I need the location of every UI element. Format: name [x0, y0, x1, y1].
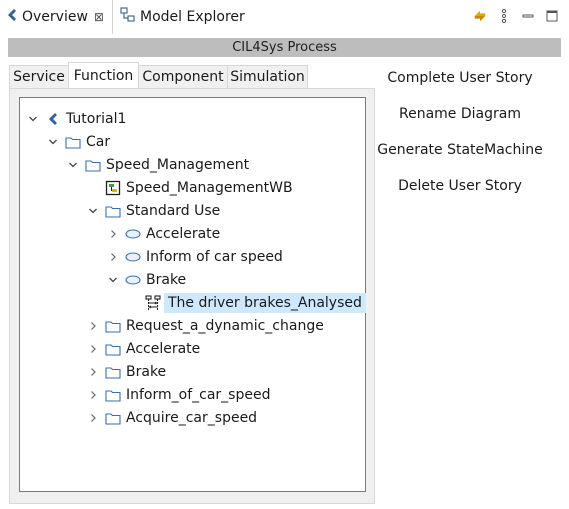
model-explorer-icon	[120, 7, 136, 27]
function-tab-panel: Tutorial1 Car Speed_Management Speed_Manage…	[9, 88, 375, 504]
view-tab-bar: Overview ⊠ Model Explorer	[0, 0, 569, 34]
tree-item[interactable]: Inform_of_car_speed	[86, 384, 270, 406]
tree-item-label: Tutorial1	[66, 111, 127, 127]
tree-item[interactable]: Request_a_dynamic_change	[86, 315, 324, 337]
tree-item-label: Request_a_dynamic_change	[126, 318, 324, 334]
tree-item-label: Standard Use	[126, 203, 221, 219]
tab-overview[interactable]: Overview ⊠	[0, 0, 113, 34]
sequence-diagram-icon	[144, 295, 162, 311]
tree-item-label: Accelerate	[146, 226, 221, 242]
use-case-icon	[124, 226, 142, 242]
maximize-icon[interactable]	[545, 7, 559, 25]
folder-icon	[104, 318, 122, 334]
close-tab-icon[interactable]: ⊠	[94, 10, 104, 24]
expand-right-icon[interactable]	[106, 250, 120, 264]
tree-item[interactable]: Acquire_car_speed	[86, 407, 257, 429]
tree-item[interactable]: Speed_ManagementWB	[86, 177, 293, 199]
expand-right-icon[interactable]	[106, 227, 120, 241]
tree-item-label: Inform of car speed	[146, 249, 283, 265]
tree-item[interactable]: Tutorial1	[26, 108, 126, 130]
tree-item-label: Acquire_car_speed	[126, 410, 258, 426]
tree-item-selected[interactable]: The driver brakes_Analysed	[126, 292, 366, 314]
tree-item[interactable]: Speed_Management	[66, 154, 249, 176]
tab-service[interactable]: Service	[9, 65, 69, 89]
function-tree[interactable]: Tutorial1 Car Speed_Management Speed_Manage…	[19, 97, 366, 492]
rename-diagram-button[interactable]: Rename Diagram	[370, 103, 550, 125]
tree-item[interactable]: Accelerate	[106, 223, 220, 245]
expand-right-icon[interactable]	[86, 365, 100, 379]
sync-icon[interactable]	[473, 7, 487, 25]
overview-chevron-icon	[6, 8, 18, 26]
folder-icon	[104, 387, 122, 403]
expand-down-icon[interactable]	[106, 273, 120, 287]
expand-right-icon[interactable]	[86, 411, 100, 425]
use-case-icon	[124, 249, 142, 265]
tree-item[interactable]: Accelerate	[86, 338, 200, 360]
expand-right-icon[interactable]	[86, 319, 100, 333]
folder-icon	[104, 203, 122, 219]
use-case-icon	[124, 272, 142, 288]
view-menu-icon[interactable]	[497, 7, 511, 25]
tab-component[interactable]: Component	[138, 65, 228, 89]
tab-simulation[interactable]: Simulation	[227, 65, 308, 89]
delete-user-story-button[interactable]: Delete User Story	[370, 175, 550, 197]
tree-item[interactable]: Inform of car speed	[106, 246, 283, 268]
tree-item-label: Inform_of_car_speed	[126, 387, 271, 403]
whiteboard-icon	[104, 180, 122, 196]
generate-statemachine-button[interactable]: Generate StateMachine	[370, 139, 550, 161]
complete-user-story-button[interactable]: Complete User Story	[370, 67, 550, 89]
expand-down-icon[interactable]	[86, 204, 100, 218]
folder-icon	[104, 364, 122, 380]
tree-item-label: Accelerate	[126, 341, 201, 357]
folder-icon	[64, 134, 82, 150]
tree-item[interactable]: Brake	[106, 269, 186, 291]
expand-down-icon[interactable]	[26, 112, 40, 126]
tree-item-label: Brake	[146, 272, 187, 288]
tree-item-label: Car	[86, 134, 111, 150]
folder-icon	[104, 341, 122, 357]
project-icon	[44, 111, 62, 127]
tab-function[interactable]: Function	[68, 62, 139, 89]
minimize-icon[interactable]	[521, 7, 535, 25]
tab-overview-label: Overview	[22, 9, 88, 25]
process-title: CIL4Sys Process	[8, 38, 561, 57]
tree-item[interactable]: Brake	[86, 361, 166, 383]
tree-item[interactable]: Car	[46, 131, 110, 153]
expand-right-icon[interactable]	[86, 342, 100, 356]
expand-right-icon[interactable]	[86, 388, 100, 402]
tree-item-label: Speed_ManagementWB	[126, 180, 293, 196]
expand-down-icon[interactable]	[46, 135, 60, 149]
tree-item[interactable]: Standard Use	[86, 200, 220, 222]
tree-item-label: Brake	[126, 364, 167, 380]
folder-icon	[104, 410, 122, 426]
tree-item-label: The driver brakes_Analysed	[164, 293, 366, 313]
tree-item-label: Speed_Management	[106, 157, 250, 173]
folder-icon	[84, 157, 102, 173]
tab-model-explorer[interactable]: Model Explorer	[114, 0, 245, 34]
tab-model-explorer-label: Model Explorer	[140, 9, 245, 25]
expand-down-icon[interactable]	[66, 158, 80, 172]
